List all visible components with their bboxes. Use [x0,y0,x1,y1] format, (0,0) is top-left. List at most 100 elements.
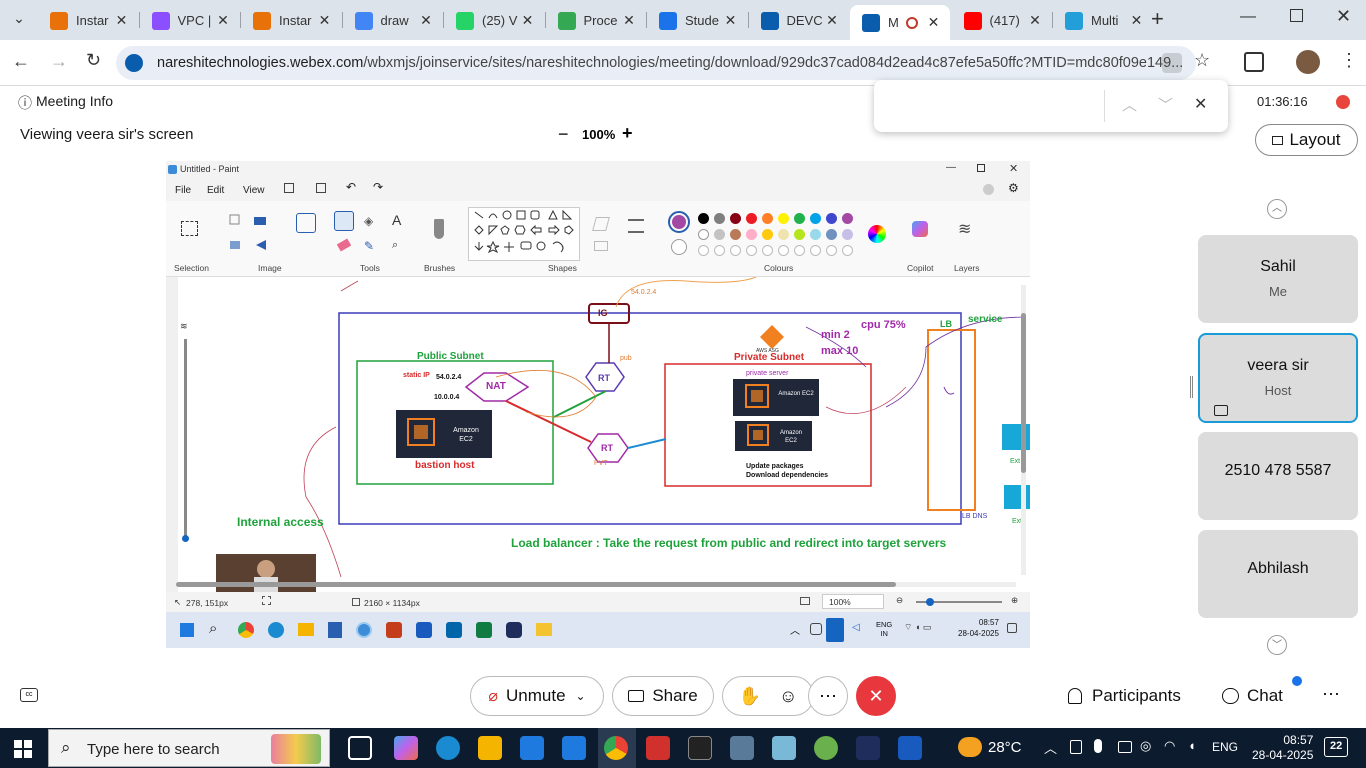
acrobat-icon[interactable] [646,736,670,760]
remote-vscode-icon[interactable] [446,622,462,638]
webex-more-icon[interactable]: ⋯ [1322,684,1340,705]
browser-tab[interactable]: VPC | ✕ [140,5,240,36]
zoom-out-icon[interactable]: ⊖ [896,595,903,606]
custom-swatch[interactable] [714,245,725,256]
tray-mic-icon[interactable] [1094,739,1102,753]
store-icon[interactable] [520,736,544,760]
palette-swatch[interactable] [794,229,805,240]
find-prev-icon[interactable]: ︿ [1122,94,1137,115]
custom-swatch[interactable] [826,245,837,256]
tab-close-icon[interactable]: ✕ [520,12,536,29]
site-info-icon[interactable] [125,54,143,72]
paint-settings-icon[interactable]: ⚙ [1008,181,1019,195]
remote-search-icon[interactable]: ⌕ [209,620,217,637]
canvas-vscroll-thumb[interactable] [1021,313,1026,473]
fill-icon[interactable] [594,241,608,251]
browser-tab[interactable]: Instar ✕ [241,5,341,36]
palette-swatch[interactable] [826,213,837,224]
paint-account-icon[interactable] [983,184,994,195]
zoom-in-icon[interactable]: ⊕ [1011,595,1018,606]
zoom-select[interactable]: 100% [822,594,884,609]
browser-menu-icon[interactable]: ⋮ [1340,50,1358,71]
close-window-icon[interactable]: ✕ [1336,6,1351,27]
raise-hand-icon[interactable]: ✋ [739,686,761,707]
file-explorer-icon[interactable] [478,736,502,760]
crop-resize-icon[interactable] [296,213,316,233]
paint-minimize-icon[interactable]: — [946,162,956,173]
reactions-icon[interactable]: ☺ [779,686,797,707]
remote-notepad-icon[interactable] [328,622,342,638]
find-next-icon[interactable]: ﹀ [1158,94,1173,115]
back-icon[interactable]: ← [12,51,30,72]
tray-overflow-icon[interactable]: ︿ [1044,738,1057,757]
palette-swatch[interactable] [698,213,709,224]
panel-resize-handle[interactable] [1190,376,1193,398]
mail-icon[interactable] [562,736,586,760]
paint-save-icon[interactable] [284,183,294,193]
tray-volume-icon[interactable]: ◖ [1188,738,1196,753]
palette-swatch[interactable] [746,229,757,240]
webex-taskbar-icon[interactable] [856,736,880,760]
captions-icon[interactable]: cc [20,688,38,702]
palette-swatch[interactable] [778,213,789,224]
paint-undo-icon[interactable]: ↶ [346,180,356,194]
leave-button[interactable]: ✕ [856,676,896,716]
profile-avatar[interactable] [1296,50,1320,74]
photos-icon[interactable] [730,736,754,760]
paint-menu-file[interactable]: File [175,185,191,196]
remote-paint-icon[interactable] [356,622,372,638]
tab-close-icon[interactable]: ✕ [621,12,637,29]
outline-icon[interactable] [592,217,610,231]
copilot-taskbar-icon[interactable] [394,736,418,760]
remote-explorer-icon[interactable] [298,623,314,636]
find-input[interactable] [884,90,1094,122]
app-icon[interactable] [814,736,838,760]
zoom-in-button[interactable]: + [622,123,633,144]
canvas-vscroll-track[interactable] [1021,285,1026,575]
tab-close-icon[interactable]: ✕ [1027,12,1043,29]
participant-card-veera[interactable]: veera sir Host [1198,333,1358,423]
custom-swatch[interactable] [698,245,709,256]
palette-swatch[interactable] [714,213,725,224]
eraser-tool-icon[interactable] [336,238,352,252]
custom-swatch[interactable] [810,245,821,256]
palette-swatch[interactable] [746,213,757,224]
palette-swatch[interactable] [810,213,821,224]
edge-taskbar-icon[interactable] [436,736,460,760]
size-icon[interactable] [628,219,644,233]
palette-swatch[interactable] [794,213,805,224]
remote-notification-icon[interactable] [1007,623,1017,633]
shapes-gallery[interactable] [468,207,580,261]
palette-swatch[interactable] [810,229,821,240]
palette-swatch[interactable] [762,229,773,240]
scroll-up-icon[interactable]: ︿ [1267,199,1287,219]
brushes-icon[interactable] [434,219,444,239]
tab-close-icon[interactable]: ✕ [418,12,434,29]
secondary-color-swatch[interactable] [671,239,687,255]
share-button[interactable]: Share [612,676,714,716]
browser-tab[interactable]: DEVC ✕ [749,5,849,36]
notes-icon[interactable] [772,736,796,760]
palette-swatch[interactable] [730,229,741,240]
palette-swatch[interactable] [842,213,853,224]
paint-canvas-area[interactable]: ≋ Public Subnet static IP 54.0.2.4 10.0.… [166,277,1030,592]
unmute-chevron-icon[interactable]: ⌄ [576,689,586,703]
word-taskbar-icon[interactable] [898,736,922,760]
primary-color-swatch[interactable] [668,211,690,233]
weather-icon[interactable] [958,737,982,757]
palette-swatch[interactable] [826,229,837,240]
remote-edge-icon[interactable] [268,622,284,638]
palette-swatch[interactable] [698,229,709,240]
browser-tab[interactable]: (25) V ✕ [444,5,544,36]
unmute-button[interactable]: ⌀ Unmute ⌄ [470,676,604,716]
remote-lang[interactable]: ENG IN [876,620,892,638]
remote-folder-icon[interactable] [536,623,552,636]
forward-icon[interactable]: → [50,51,68,72]
tab-close-icon[interactable]: ✕ [723,12,739,29]
remote-send-icon[interactable]: ◁ [852,622,860,633]
remote-excel-icon[interactable] [476,622,492,638]
task-view-icon[interactable] [348,736,372,760]
remote-webex-icon[interactable] [506,622,522,638]
color-picker-icon[interactable]: ✎ [364,239,374,253]
tab-close-icon[interactable]: ✕ [926,14,942,31]
